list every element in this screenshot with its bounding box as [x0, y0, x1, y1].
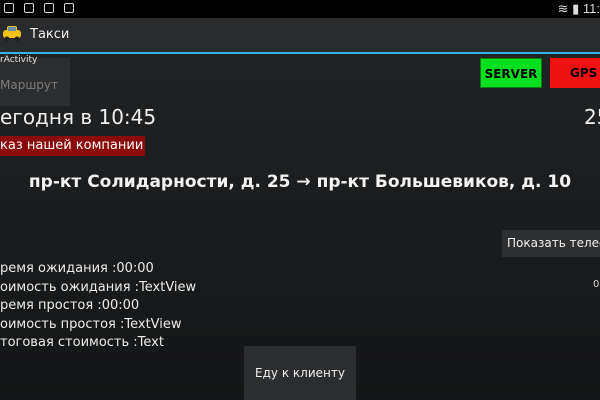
order-number: 25 [584, 105, 600, 129]
wifi-icon: ≋ [557, 1, 569, 16]
order-time-label: егодня в 10:45 [0, 105, 157, 129]
clock: 11: [582, 1, 600, 16]
route-button[interactable]: Маршрут [0, 58, 70, 106]
company-order-badge: каз нашей компании [0, 136, 146, 156]
gps-button[interactable]: GPS [550, 58, 600, 88]
route-button-label: Маршрут [0, 78, 59, 92]
status-right: ≋ ▮ 11: [558, 1, 600, 17]
taxi-logo-icon [0, 21, 24, 45]
status-bar: ≋ ▮ 11: [0, 0, 600, 18]
action-bar: Такси [0, 18, 600, 54]
battery-icon: ▮ [572, 1, 580, 16]
wait-cost-line: оимость ожидания :TextView [0, 280, 197, 295]
alert-icon [24, 3, 34, 13]
wait-time-line: ремя ожидания :00:00 [0, 261, 154, 276]
server-button[interactable]: SERVER [480, 58, 542, 88]
message-icon [4, 3, 14, 13]
idle-time-line: ремя простоя :00:00 [0, 298, 140, 313]
image-icon [64, 3, 74, 13]
app-title: Такси [30, 27, 70, 42]
idle-cost-line: оимость простоя :TextView [0, 317, 182, 332]
image-icon [44, 3, 54, 13]
drive-to-client-button[interactable]: Еду к клиенту [244, 346, 356, 400]
show-phone-button[interactable]: Показать телефон [502, 230, 600, 257]
right-value: 0 [593, 279, 600, 290]
total-cost-line: тоговая стоимость :Text [0, 335, 164, 350]
route-address: пр-кт Солидарности, д. 25 → пр-кт Больше… [28, 172, 572, 192]
activity-label: rActivity [0, 55, 38, 65]
